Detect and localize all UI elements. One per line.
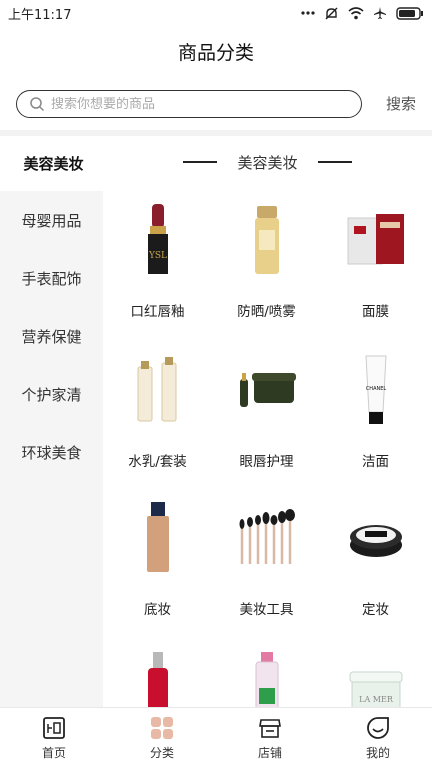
cream-jar-image: LA MER <box>341 648 411 707</box>
search-button[interactable]: 搜索 <box>386 93 416 114</box>
tab-label: 我的 <box>365 746 390 760</box>
makeup-brushes-image <box>232 498 302 578</box>
product-setting-powder[interactable]: 定妆 <box>321 498 430 618</box>
product-face-mask[interactable]: 面膜 <box>321 200 430 320</box>
lipstick-image: YSL <box>123 200 193 280</box>
serum-bottle-image <box>123 648 193 707</box>
profile-icon <box>367 717 389 739</box>
tab-profile[interactable]: 我的 <box>324 708 432 769</box>
sunscreen-bottle-image <box>232 200 302 280</box>
category-sidebar: 美容美妆 母婴用品 手表配饰 营养保健 个护家清 环球美食 <box>0 136 103 707</box>
product-foundation[interactable]: 底妆 <box>103 498 212 618</box>
product-sunscreen[interactable]: 防晒/喷雾 <box>212 200 321 320</box>
airplane-icon <box>374 7 386 19</box>
micellar-water-image <box>232 648 302 707</box>
product-name: 底妆 <box>144 602 171 618</box>
lotion-set-image <box>123 350 193 430</box>
page-title: 商品分类 <box>177 41 254 64</box>
wifi-icon <box>348 6 364 19</box>
product-name: 定妆 <box>362 602 389 618</box>
search-row: 搜索 <box>0 78 432 130</box>
sidebar-item-watches[interactable]: 手表配饰 <box>0 249 103 307</box>
product-name: 水乳/套装 <box>128 454 187 470</box>
product-name: 口红唇釉 <box>130 304 185 320</box>
product-eye-lip-care[interactable]: 眼唇护理 <box>212 350 321 470</box>
product-name: 防晒/喷雾 <box>237 304 296 320</box>
tab-home[interactable]: 首页 <box>0 708 108 769</box>
product-name: 眼唇护理 <box>239 454 294 470</box>
product-cleanser[interactable]: CHANEL 洁面 <box>321 350 430 470</box>
section-title: 美容美妆 <box>237 153 298 172</box>
product-name: 面膜 <box>362 304 389 320</box>
mute-icon <box>325 7 338 19</box>
store-icon <box>259 719 281 738</box>
sidebar-item-health[interactable]: 营养保健 <box>0 307 103 365</box>
title-line-right <box>317 161 352 163</box>
status-time: 上午11:17 <box>8 7 72 23</box>
product-name: 洁面 <box>362 454 389 470</box>
product-serum[interactable] <box>103 648 212 707</box>
home-icon <box>43 717 65 739</box>
section-header: 美容美妆 <box>103 136 432 188</box>
category-content: 美容美妆 YSL 口红唇釉 防晒/喷雾 面膜 水乳/套装 眼唇护理 CHANEL… <box>103 136 432 707</box>
status-icons <box>301 6 424 21</box>
product-cream[interactable]: LA MER <box>321 648 430 707</box>
search-box[interactable] <box>16 90 362 118</box>
tab-store[interactable]: 店铺 <box>216 708 324 769</box>
product-name: 美妆工具 <box>239 602 294 618</box>
eye-cream-jar-image <box>232 350 302 430</box>
tab-category[interactable]: 分类 <box>108 708 216 769</box>
tab-label: 店铺 <box>257 746 282 760</box>
product-lipstick[interactable]: YSL 口红唇釉 <box>103 200 212 320</box>
title-line-left <box>183 161 218 163</box>
loose-powder-image <box>341 498 411 578</box>
search-input[interactable] <box>51 96 341 112</box>
battery-icon <box>396 6 423 20</box>
svg-text:YSL: YSL <box>147 251 166 261</box>
category-icon <box>151 717 173 739</box>
svg-text:LA MER: LA MER <box>359 695 394 704</box>
product-makeup-tools[interactable]: 美妆工具 <box>212 498 321 618</box>
sidebar-item-personal-care[interactable]: 个护家清 <box>0 365 103 423</box>
cleanser-tube-image: CHANEL <box>341 350 411 430</box>
bottom-tab-bar: 首页 分类 店铺 我的 <box>0 707 432 768</box>
foundation-bottle-image <box>123 498 193 578</box>
svg-text:CHANEL: CHANEL <box>365 386 386 392</box>
product-micellar-water[interactable] <box>212 648 321 707</box>
status-bar: 上午11:17 <box>0 0 432 26</box>
more-dots-icon <box>301 11 315 15</box>
search-icon <box>30 97 45 112</box>
sidebar-item-food[interactable]: 环球美食 <box>0 423 103 481</box>
sidebar-item-beauty[interactable]: 美容美妆 <box>0 136 103 191</box>
tab-label: 分类 <box>149 746 174 760</box>
product-lotion-set[interactable]: 水乳/套装 <box>103 350 212 470</box>
sidebar-item-baby[interactable]: 母婴用品 <box>0 191 103 249</box>
tab-label: 首页 <box>41 746 66 760</box>
face-mask-box-image <box>341 200 411 280</box>
